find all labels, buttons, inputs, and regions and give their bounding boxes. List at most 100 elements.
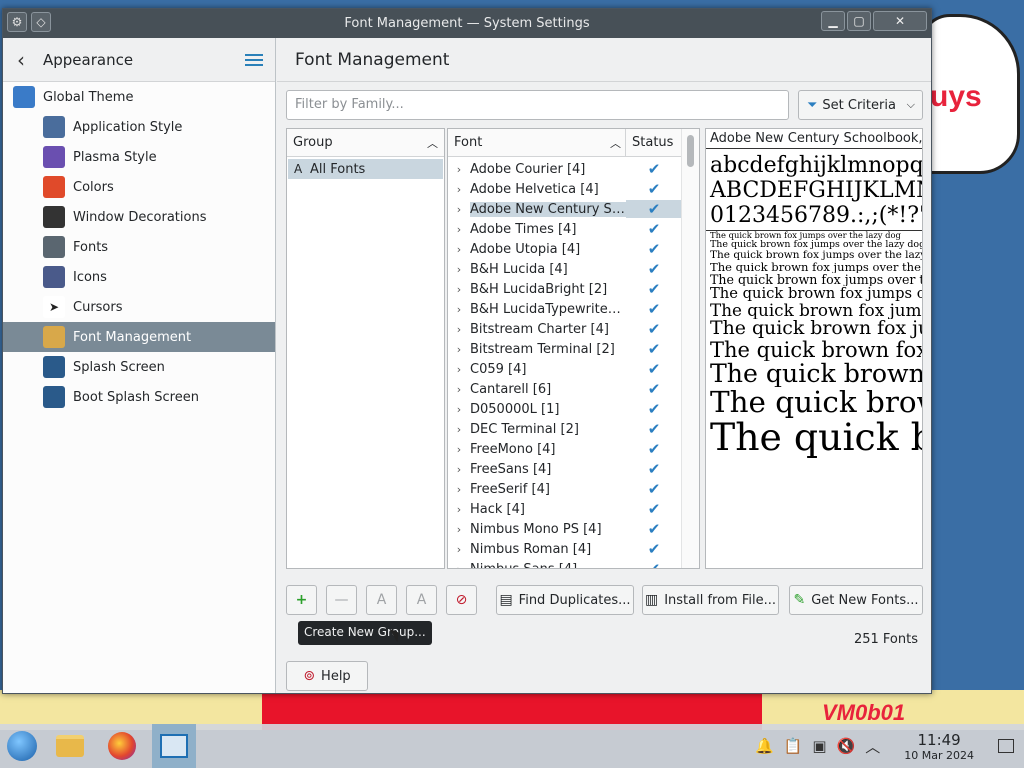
font-list-scrollbar[interactable] (681, 129, 699, 568)
sidebar-item-boot-splash-screen[interactable]: Boot Splash Screen (3, 382, 275, 412)
font-row[interactable]: › DEC Terminal [2] ✔ (448, 419, 682, 439)
install-from-file-button[interactable]: ▥ Install from File... (642, 585, 779, 615)
minimize-icon[interactable]: ▁ (821, 11, 845, 31)
expand-icon[interactable]: › (448, 183, 470, 196)
filter-input[interactable]: Filter by Family... (286, 90, 789, 120)
enabled-check-icon[interactable]: ✔ (626, 360, 682, 378)
pin-icon[interactable]: ◇ (31, 12, 51, 32)
system-settings-icon[interactable] (152, 724, 196, 768)
sidebar-item-icons[interactable]: Icons (3, 262, 275, 292)
enabled-check-icon[interactable]: ✔ (626, 320, 682, 338)
firefox-icon[interactable] (100, 724, 144, 768)
maximize-icon[interactable]: ▢ (847, 11, 871, 31)
storage-icon[interactable]: ▣ (812, 737, 826, 755)
enabled-check-icon[interactable]: ✔ (626, 260, 682, 278)
status-column-header[interactable]: Status (626, 129, 682, 156)
expand-icon[interactable]: › (448, 283, 470, 296)
expand-icon[interactable]: › (448, 463, 470, 476)
font-row[interactable]: › B&H LucidaBright [2] ✔ (448, 279, 682, 299)
enabled-check-icon[interactable]: ✔ (626, 280, 682, 298)
font-row[interactable]: › Bitstream Terminal [2] ✔ (448, 339, 682, 359)
help-button[interactable]: ⊚ Help (286, 661, 368, 691)
clock[interactable]: 11:49 10 Mar 2024 (904, 731, 974, 762)
expand-icon[interactable]: › (448, 163, 470, 176)
sidebar-item-global-theme[interactable]: Global Theme (3, 82, 275, 112)
expand-icon[interactable]: › (448, 303, 470, 316)
enabled-check-icon[interactable]: ✔ (626, 440, 682, 458)
enabled-check-icon[interactable]: ✔ (626, 540, 682, 558)
group-item-all-fonts[interactable]: A All Fonts (288, 159, 443, 179)
enabled-check-icon[interactable]: ✔ (626, 240, 682, 258)
sidebar-item-application-style[interactable]: Application Style (3, 112, 275, 142)
font-row[interactable]: › Adobe Utopia [4] ✔ (448, 239, 682, 259)
expand-icon[interactable]: › (448, 363, 470, 376)
font-row[interactable]: › Adobe Times [4] ✔ (448, 219, 682, 239)
enabled-check-icon[interactable]: ✔ (626, 180, 682, 198)
remove-group-button[interactable]: — (326, 585, 357, 615)
font-row[interactable]: › D050000L [1] ✔ (448, 399, 682, 419)
enable-font-button[interactable]: A (366, 585, 397, 615)
expand-icon[interactable]: › (448, 223, 470, 236)
font-column-header[interactable]: Font ︿ (448, 129, 626, 156)
sidebar-item-cursors[interactable]: ➤ Cursors (3, 292, 275, 322)
volume-muted-icon[interactable]: 🔇 (837, 737, 856, 755)
enabled-check-icon[interactable]: ✔ (626, 480, 682, 498)
font-row[interactable]: › Nimbus Roman [4] ✔ (448, 539, 682, 559)
hamburger-menu-icon[interactable] (245, 53, 263, 66)
expand-icon[interactable]: › (448, 503, 470, 516)
back-label[interactable]: Appearance (43, 51, 133, 69)
enabled-check-icon[interactable]: ✔ (626, 460, 682, 478)
expand-icon[interactable]: › (448, 203, 470, 216)
expand-icon[interactable]: › (448, 343, 470, 356)
sidebar-item-window-decorations[interactable]: Window Decorations (3, 202, 275, 232)
sidebar-item-colors[interactable]: Colors (3, 172, 275, 202)
app-icon[interactable]: ⚙ (7, 12, 27, 32)
font-row[interactable]: › Adobe New Century Sc... ✔ (448, 199, 682, 219)
enabled-check-icon[interactable]: ✔ (626, 520, 682, 538)
find-duplicates-button[interactable]: ▤ Find Duplicates... (496, 585, 634, 615)
back-arrow-icon[interactable]: ‹ (17, 48, 39, 72)
font-row[interactable]: › Cantarell [6] ✔ (448, 379, 682, 399)
font-row[interactable]: › Nimbus Mono PS [4] ✔ (448, 519, 682, 539)
enabled-check-icon[interactable]: ✔ (626, 500, 682, 518)
font-row[interactable]: › FreeSerif [4] ✔ (448, 479, 682, 499)
enabled-check-icon[interactable]: ✔ (626, 400, 682, 418)
enabled-check-icon[interactable]: ✔ (626, 380, 682, 398)
start-menu-icon[interactable] (0, 724, 44, 768)
close-icon[interactable]: ✕ (873, 11, 927, 31)
enabled-check-icon[interactable]: ✔ (626, 200, 682, 218)
font-row[interactable]: › Adobe Helvetica [4] ✔ (448, 179, 682, 199)
expand-icon[interactable]: › (448, 263, 470, 276)
font-row[interactable]: › FreeMono [4] ✔ (448, 439, 682, 459)
font-row[interactable]: › Hack [4] ✔ (448, 499, 682, 519)
disable-font-button[interactable]: A (406, 585, 437, 615)
notifications-icon[interactable]: 🔔 (755, 737, 774, 755)
expand-icon[interactable]: › (448, 243, 470, 256)
expand-icon[interactable]: › (448, 523, 470, 536)
sidebar-item-splash-screen[interactable]: Splash Screen (3, 352, 275, 382)
delete-button[interactable]: ⊘ (446, 585, 477, 615)
font-row[interactable]: › Adobe Courier [4] ✔ (448, 159, 682, 179)
expand-icon[interactable]: › (448, 323, 470, 336)
enabled-check-icon[interactable]: ✔ (626, 340, 682, 358)
expand-icon[interactable]: › (448, 403, 470, 416)
expand-icon[interactable]: › (448, 383, 470, 396)
expand-icon[interactable]: › (448, 563, 470, 569)
font-row[interactable]: › B&H LucidaTypewriter ... ✔ (448, 299, 682, 319)
add-group-button[interactable]: + (286, 585, 317, 615)
font-row[interactable]: › B&H Lucida [4] ✔ (448, 259, 682, 279)
sidebar-item-fonts[interactable]: Fonts (3, 232, 275, 262)
expand-icon[interactable]: › (448, 483, 470, 496)
clipboard-icon[interactable]: 📋 (784, 737, 803, 755)
expand-icon[interactable]: › (448, 443, 470, 456)
sidebar-item-plasma-style[interactable]: Plasma Style (3, 142, 275, 172)
sidebar-item-font-management[interactable]: Font Management (3, 322, 275, 352)
font-row[interactable]: › Nimbus Sans [4] ✔ (448, 559, 682, 569)
group-header[interactable]: Group ︿ (287, 129, 444, 157)
enabled-check-icon[interactable]: ✔ (626, 420, 682, 438)
enabled-check-icon[interactable]: ✔ (626, 300, 682, 318)
file-manager-icon[interactable] (48, 724, 92, 768)
expand-icon[interactable]: › (448, 543, 470, 556)
get-new-fonts-button[interactable]: ✎ Get New Fonts... (789, 585, 923, 615)
title-bar[interactable]: ⚙ ◇ Font Management — System Settings ▁ … (3, 9, 931, 38)
